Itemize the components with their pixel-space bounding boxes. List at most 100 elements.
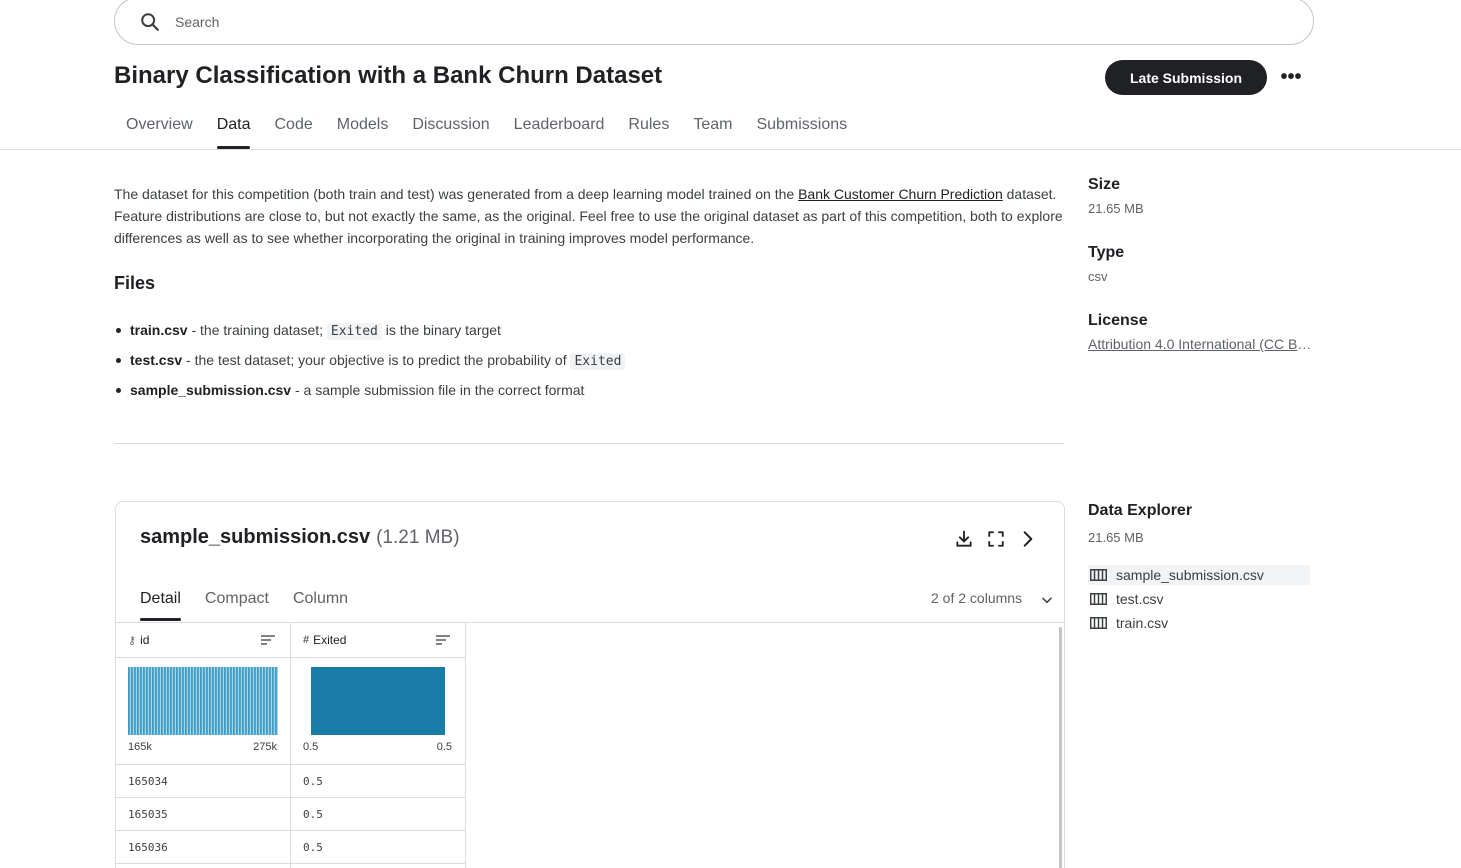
histogram-max: 275k	[253, 741, 277, 753]
tab-discussion[interactable]: Discussion	[400, 112, 501, 150]
explorer-item[interactable]: train.csv	[1088, 613, 1310, 633]
bank-customer-churn-link[interactable]: Bank Customer Churn Prediction	[798, 186, 1003, 202]
histogram-bar	[224, 667, 226, 735]
table-cell[interactable]: 165035	[116, 798, 290, 831]
explorer-item-label: sample_submission.csv	[1116, 567, 1264, 583]
download-icon[interactable]	[953, 528, 975, 550]
tab-rules[interactable]: Rules	[616, 112, 681, 150]
table-cell[interactable]: 0.5	[291, 831, 465, 864]
histogram-bar	[233, 667, 235, 735]
histogram-bar	[182, 667, 184, 735]
histogram-bar	[179, 667, 181, 735]
explorer-item[interactable]: test.csv	[1088, 589, 1310, 609]
late-submission-button[interactable]: Late Submission	[1105, 60, 1267, 95]
size-value: 21.65 MB	[1088, 201, 1144, 216]
fullscreen-icon[interactable]	[985, 528, 1007, 550]
file-preview-card: sample_submission.csv (1.21 MB) Detail Com…	[115, 501, 1065, 868]
histogram-bar	[128, 667, 130, 735]
histogram-bar	[167, 667, 169, 735]
histogram-min: 165k	[128, 741, 152, 753]
histogram-bar	[203, 667, 205, 735]
preview-file-name: sample_submission.csv	[140, 526, 371, 548]
file-description-end: is the binary target	[381, 322, 501, 338]
file-description: - a sample submission file in the correc…	[291, 382, 585, 398]
chevron-down-icon[interactable]	[1040, 593, 1054, 607]
sort-icon[interactable]	[261, 634, 275, 646]
file-name: test.csv	[130, 352, 183, 368]
histogram-bar	[188, 667, 190, 735]
histogram-bar	[158, 667, 160, 735]
histogram-bar	[251, 667, 253, 735]
histogram-chart	[128, 667, 278, 735]
histogram-bar	[254, 667, 256, 735]
type-value: csv	[1088, 269, 1108, 284]
histogram-bar	[260, 667, 262, 735]
license-link[interactable]: Attribution 4.0 International (CC BY 4.0…	[1088, 336, 1314, 352]
histogram-bar	[206, 667, 208, 735]
column-count[interactable]: 2 of 2 columns	[931, 590, 1022, 606]
histogram-bar	[215, 667, 217, 735]
table-cell[interactable]: 165036	[116, 831, 290, 864]
histogram-bar	[143, 667, 145, 735]
file-item: sample_submission.csv - a sample submiss…	[114, 378, 625, 408]
more-options-icon[interactable]: •••	[1275, 62, 1307, 92]
file-name: train.csv	[130, 322, 188, 338]
inline-code: Exited	[326, 323, 382, 340]
content-divider	[114, 443, 1064, 444]
file-item: train.csv - the training dataset; Exited…	[114, 318, 625, 348]
table-cell[interactable]: 0.5	[291, 765, 465, 798]
histogram-min: 0.5	[303, 741, 319, 753]
histogram-bar	[137, 667, 139, 735]
tab-code[interactable]: Code	[262, 112, 324, 150]
explorer-item[interactable]: sample_submission.csv	[1088, 565, 1310, 585]
files-list: train.csv - the training dataset; Exited…	[114, 318, 626, 408]
column-exited: #Exited0.50.50.50.50.50.5	[291, 623, 466, 868]
page-title: Binary Classification with a Bank Churn …	[114, 62, 663, 89]
histogram-bar	[311, 667, 445, 735]
tab-leaderboard[interactable]: Leaderboard	[502, 112, 617, 150]
histogram-bar	[269, 667, 271, 735]
search-icon	[141, 13, 159, 31]
table-cell[interactable]: 0.5	[291, 798, 465, 831]
preview-tab-column[interactable]: Column	[293, 586, 348, 622]
histogram-bar	[155, 667, 157, 735]
column-histogram: 0.5 0.5	[291, 658, 465, 765]
histogram-bar	[266, 667, 268, 735]
column-header[interactable]: # Exited	[291, 623, 465, 658]
tab-overview[interactable]: Overview	[114, 112, 205, 150]
histogram-bar	[242, 667, 244, 735]
table-cell[interactable]: 165034	[116, 765, 290, 798]
preview-tab-compact[interactable]: Compact	[205, 586, 269, 622]
dataset-description: The dataset for this competition (both t…	[114, 183, 1064, 249]
search-placeholder: Search	[175, 14, 220, 30]
data-explorer-size: 21.65 MB	[1088, 530, 1144, 545]
histogram-bar	[257, 667, 259, 735]
vertical-scrollbar[interactable]	[1059, 627, 1062, 868]
table-icon	[1090, 569, 1107, 581]
table-cell[interactable]: 0.5	[291, 864, 465, 868]
histogram-bar	[173, 667, 175, 735]
histogram-bar	[164, 667, 166, 735]
tabs-divider	[0, 149, 1461, 150]
sort-icon[interactable]	[436, 634, 450, 646]
table-cell[interactable]: 165037	[116, 864, 290, 868]
chevron-right-icon[interactable]	[1017, 528, 1039, 550]
search-bar[interactable]: Search	[114, 0, 1314, 45]
histogram-bar	[191, 667, 193, 735]
histogram-chart	[311, 667, 445, 735]
tab-data[interactable]: Data	[205, 112, 263, 150]
tab-models[interactable]: Models	[325, 112, 401, 150]
column-header[interactable]: ⚷ id	[116, 623, 290, 658]
histogram-bar	[170, 667, 172, 735]
histogram-bar	[185, 667, 187, 735]
files-heading: Files	[114, 273, 156, 293]
histogram-bar	[131, 667, 133, 735]
preview-file-size: (1.21 MB)	[376, 527, 460, 548]
column-histogram: 165k 275k	[116, 658, 290, 765]
tab-team[interactable]: Team	[681, 112, 744, 150]
tab-submissions[interactable]: Submissions	[744, 112, 859, 150]
preview-tab-detail[interactable]: Detail	[140, 586, 181, 622]
histogram-bar	[152, 667, 154, 735]
histogram-bar	[221, 667, 223, 735]
histogram-bar	[275, 667, 277, 735]
